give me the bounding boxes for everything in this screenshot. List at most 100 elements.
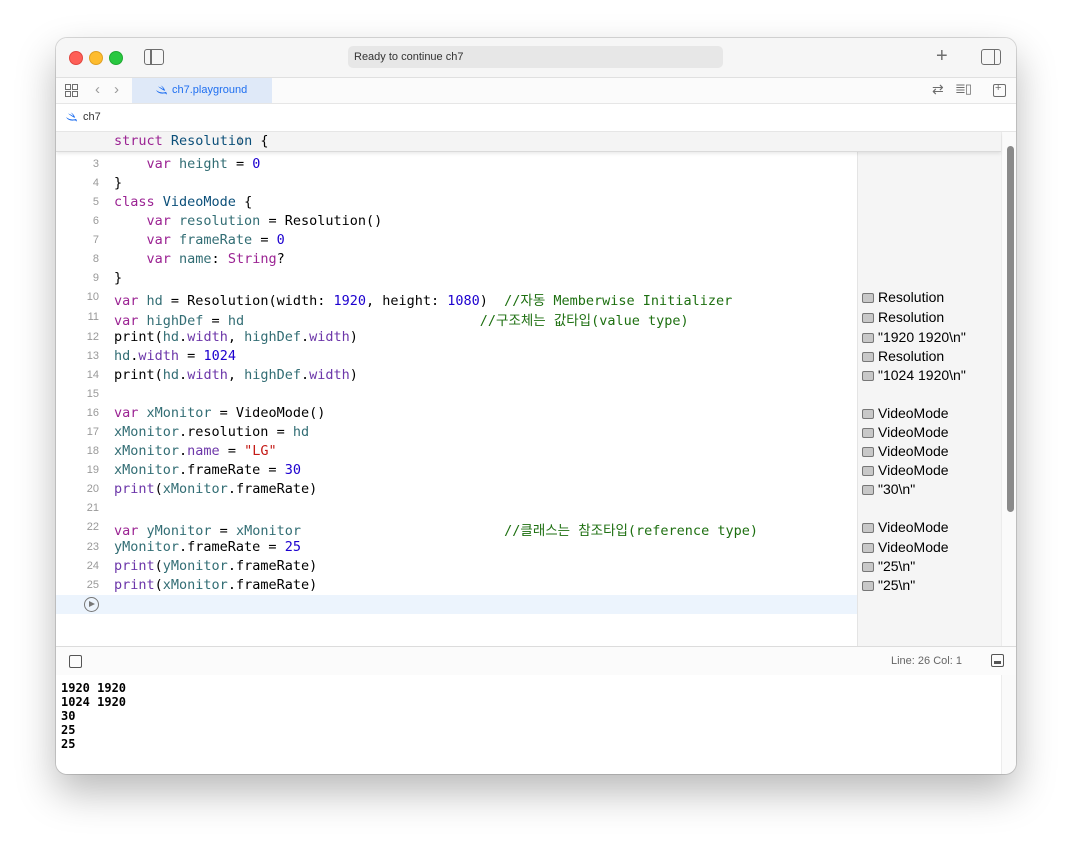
quick-look-icon[interactable] <box>862 581 874 591</box>
code-line[interactable]: 6 var resolution = Resolution() <box>56 212 857 231</box>
code-line[interactable]: 19 xMonitor.frameRate = 30 <box>56 461 857 480</box>
code-token: = <box>252 232 277 248</box>
result-item[interactable]: "1920 1920\n" <box>862 329 966 348</box>
code-token: xMonitor <box>114 443 180 459</box>
debug-bar: Line: 26 Col: 1 <box>56 646 1016 676</box>
quick-look-icon[interactable] <box>862 428 874 438</box>
result-item[interactable]: VideoMode <box>862 405 949 424</box>
quick-look-icon[interactable] <box>862 485 874 495</box>
line-number: 16 <box>86 407 99 419</box>
quick-look-icon[interactable] <box>862 371 874 381</box>
quick-look-icon[interactable] <box>862 447 874 457</box>
quick-look-icon[interactable] <box>862 333 874 343</box>
code-token: .frameRate) <box>227 558 318 574</box>
quick-look-icon[interactable] <box>862 466 874 476</box>
code-line[interactable]: 10 var hd = Resolution(width: 1920, heigh… <box>56 288 857 309</box>
quick-look-icon[interactable] <box>862 562 874 572</box>
code-token: .frameRate = <box>179 539 285 555</box>
inspector-toggle-icon[interactable] <box>981 49 1001 65</box>
code-line[interactable]: 8 var name: String? <box>56 250 857 269</box>
back-arrow-icon[interactable]: ‹ <box>95 81 100 98</box>
code-line[interactable]: 16 var xMonitor = VideoMode() <box>56 404 857 423</box>
editor-options-icon[interactable]: ≣▯ <box>955 81 972 97</box>
zoom-button[interactable] <box>109 51 123 65</box>
swap-icon[interactable]: ⇄ <box>932 81 944 98</box>
code-line[interactable]: 7 var frameRate = 0 <box>56 231 857 250</box>
code-token: .frameRate) <box>227 577 318 593</box>
status-text: Ready to continue ch7 <box>354 51 464 63</box>
code-line[interactable]: 17 xMonitor.resolution = hd <box>56 423 857 442</box>
code-token: ) <box>479 293 505 309</box>
tab-ch7-playground[interactable]: ch7.playground <box>132 78 272 103</box>
result-item[interactable]: "30\n" <box>862 481 915 500</box>
result-item[interactable]: "1024 1920\n" <box>862 367 966 386</box>
code-token: = Resolution(width: <box>162 293 334 309</box>
result-item[interactable]: VideoMode <box>862 424 949 443</box>
code-token: xMonitor <box>162 481 228 497</box>
code-line[interactable]: 13 hd.width = 1024 <box>56 347 857 366</box>
result-item[interactable]: VideoMode <box>862 443 949 462</box>
code-line[interactable]: 14 print(hd.width, highDef.width) <box>56 366 857 385</box>
navigator-toggle-icon[interactable] <box>144 49 164 65</box>
code-line[interactable]: 18 xMonitor.name = "LG" <box>56 442 857 461</box>
related-items-grid-icon[interactable] <box>65 84 78 97</box>
result-item[interactable]: "25\n" <box>862 577 915 596</box>
result-value: VideoMode <box>878 424 949 440</box>
hide-console-icon[interactable] <box>991 654 1004 667</box>
code-line[interactable]: 3 var height = 0 <box>56 155 857 174</box>
code-line[interactable]: 25 print(xMonitor.frameRate) <box>56 576 857 595</box>
code-token: . <box>179 367 188 383</box>
quick-look-icon[interactable] <box>862 409 874 419</box>
scrollbar-thumb[interactable] <box>1007 146 1014 512</box>
code-token: width <box>187 367 228 383</box>
code-line[interactable]: 15 <box>56 385 857 404</box>
code-token: VideoMode <box>162 194 236 210</box>
code-token: } <box>114 270 123 286</box>
console-line: 30 <box>61 709 76 723</box>
run-playground-icon[interactable] <box>84 597 99 612</box>
code-token: = <box>227 156 253 172</box>
breadcrumb-ch7[interactable]: ch7 <box>83 111 101 123</box>
result-item[interactable]: VideoMode <box>862 519 949 538</box>
quick-look-icon[interactable] <box>862 313 874 323</box>
minimize-button[interactable] <box>89 51 103 65</box>
console-scrollbar[interactable] <box>1001 675 1016 774</box>
code-line[interactable]: 21 <box>56 499 857 518</box>
line-number: 5 <box>92 196 99 208</box>
result-item[interactable]: VideoMode <box>862 539 949 558</box>
code-line[interactable]: 22 var yMonitor = xMonitor //클래스는 참조타입(re… <box>56 518 857 539</box>
add-editor-icon[interactable] <box>993 82 1006 97</box>
quick-look-icon[interactable] <box>862 352 874 362</box>
close-button[interactable] <box>69 51 83 65</box>
result-item[interactable]: Resolution <box>862 348 944 367</box>
code-line[interactable]: 9} <box>56 269 857 288</box>
result-item[interactable]: VideoMode <box>862 462 949 481</box>
code-line[interactable]: 12 print(hd.width, highDef.width) <box>56 328 857 347</box>
code-text: var name: String? <box>114 251 285 267</box>
quick-look-icon[interactable] <box>862 543 874 553</box>
vertical-scrollbar[interactable] <box>1001 132 1016 646</box>
code-line[interactable]: 4} <box>56 174 857 193</box>
code-line[interactable]: 11 var highDef = hd //구조체는 값타입(value type… <box>56 308 857 329</box>
forward-arrow-icon[interactable]: › <box>114 81 119 98</box>
console-output[interactable]: 1920 1920 1024 1920 30 25 25 <box>56 675 1001 774</box>
result-item[interactable]: Resolution <box>862 309 944 328</box>
add-icon[interactable]: + <box>936 44 948 68</box>
console-toggle-checkbox[interactable] <box>69 655 82 668</box>
quick-look-icon[interactable] <box>862 523 874 533</box>
code-line[interactable]: 5 class VideoMode { <box>56 193 857 212</box>
line-number: 20 <box>86 483 99 495</box>
quick-look-icon[interactable] <box>862 293 874 303</box>
code-line[interactable]: 20 print(xMonitor.frameRate) <box>56 480 857 499</box>
result-item[interactable]: Resolution <box>862 289 944 308</box>
code-line[interactable]: 23 yMonitor.frameRate = 25 <box>56 538 857 557</box>
code-line[interactable]: 24 print(yMonitor.frameRate) <box>56 557 857 576</box>
result-item[interactable]: "25\n" <box>862 558 915 577</box>
code-token: ) <box>349 329 358 345</box>
code-text: xMonitor.name = "LG" <box>114 443 277 459</box>
code-token: var <box>146 232 171 248</box>
code-text: print(hd.width, highDef.width) <box>114 329 358 345</box>
code-token: .frameRate = <box>179 462 285 478</box>
